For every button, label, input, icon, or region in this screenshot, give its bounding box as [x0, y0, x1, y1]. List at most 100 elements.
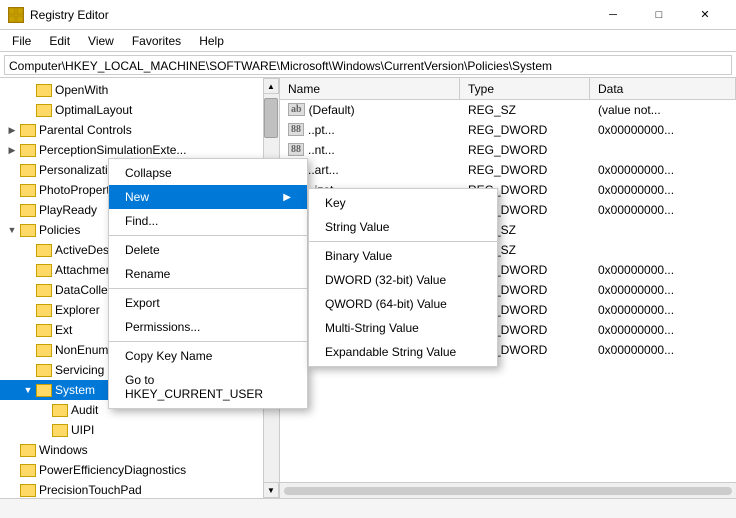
- context-menu-item-find---[interactable]: Find...: [109, 209, 307, 233]
- submenu-item-key[interactable]: Key: [309, 191, 497, 215]
- menu-item-view[interactable]: View: [80, 32, 122, 50]
- expand-arrow-icon[interactable]: [20, 280, 36, 300]
- context-menu-separator: [109, 341, 307, 342]
- table-row[interactable]: ab(Default)REG_SZ(value not...: [280, 100, 736, 120]
- tree-item[interactable]: ▶ Parental Controls: [0, 120, 279, 140]
- expand-arrow-icon[interactable]: ▼: [20, 380, 36, 400]
- folder-icon: [20, 224, 36, 237]
- tree-item-label: PowerEfficiencyDiagnostics: [39, 463, 186, 477]
- expand-arrow-icon[interactable]: [20, 260, 36, 280]
- close-button[interactable]: ✕: [682, 0, 728, 30]
- folder-icon: [52, 404, 68, 417]
- folder-icon: [20, 444, 36, 457]
- submenu-item-dword--32-bit--value[interactable]: DWORD (32-bit) Value: [309, 268, 497, 292]
- address-path[interactable]: Computer\HKEY_LOCAL_MACHINE\SOFTWARE\Mic…: [4, 55, 732, 75]
- menu-item-file[interactable]: File: [4, 32, 39, 50]
- expand-arrow-icon[interactable]: [4, 480, 20, 498]
- expand-arrow-icon[interactable]: [4, 440, 20, 460]
- context-menu-item-new[interactable]: New▶: [109, 185, 307, 209]
- table-row[interactable]: 88..nt...REG_DWORD: [280, 140, 736, 160]
- cell-name-text: ..art...: [308, 163, 339, 177]
- tree-item[interactable]: OpenWith: [0, 80, 279, 100]
- tree-item-label: Ext: [55, 323, 72, 337]
- col-header-type[interactable]: Type: [460, 78, 590, 99]
- cell-data: 0x00000000...: [590, 202, 736, 218]
- ctx-item-label: Go to HKEY_CURRENT_USER: [125, 373, 291, 401]
- expand-arrow-icon[interactable]: [36, 400, 52, 420]
- context-menu-item-rename[interactable]: Rename: [109, 262, 307, 286]
- folder-icon: [20, 184, 36, 197]
- folder-icon: [20, 484, 36, 497]
- tree-item-label: Parental Controls: [39, 123, 132, 137]
- cell-type: REG_DWORD: [460, 142, 590, 158]
- expand-arrow-icon[interactable]: ▶: [4, 140, 20, 160]
- ctx-item-label: Rename: [125, 267, 170, 281]
- expand-arrow-icon[interactable]: ▶: [4, 120, 20, 140]
- main-area: OpenWithOptimalLayout▶Parental Controls▶…: [0, 78, 736, 498]
- expand-arrow-icon[interactable]: ▼: [4, 220, 20, 240]
- context-menu-item-permissions---[interactable]: Permissions...: [109, 315, 307, 339]
- maximize-button[interactable]: □: [636, 0, 682, 30]
- expand-arrow-icon[interactable]: [20, 80, 36, 100]
- expand-arrow-icon[interactable]: [4, 460, 20, 480]
- cell-data: (value not...: [590, 102, 736, 118]
- tree-item[interactable]: UIPI: [0, 420, 279, 440]
- title-bar: Registry Editor ─ □ ✕: [0, 0, 736, 30]
- expand-arrow-icon[interactable]: [20, 340, 36, 360]
- expand-arrow-icon[interactable]: [4, 180, 20, 200]
- tree-item[interactable]: PrecisionTouchPad: [0, 480, 279, 498]
- folder-icon: [36, 344, 52, 357]
- cell-data: [590, 149, 736, 151]
- cell-type: REG_SZ: [460, 102, 590, 118]
- submenu-item-string-value[interactable]: String Value: [309, 215, 497, 239]
- submenu-item-binary-value[interactable]: Binary Value: [309, 244, 497, 268]
- submenu-item-multi-string-value[interactable]: Multi-String Value: [309, 316, 497, 340]
- folder-icon: [20, 204, 36, 217]
- col-header-data[interactable]: Data: [590, 78, 736, 99]
- context-menu-item-copy-key-name[interactable]: Copy Key Name: [109, 344, 307, 368]
- minimize-button[interactable]: ─: [590, 0, 636, 30]
- tree-item-label: Explorer: [55, 303, 100, 317]
- context-menu-item-go-to-hkey-current-user[interactable]: Go to HKEY_CURRENT_USER: [109, 368, 307, 406]
- context-menu-item-export[interactable]: Export: [109, 291, 307, 315]
- context-menu-item-collapse[interactable]: Collapse: [109, 161, 307, 185]
- tree-item[interactable]: Windows: [0, 440, 279, 460]
- expand-arrow-icon[interactable]: [20, 320, 36, 340]
- tree-item[interactable]: ▶PerceptionSimulationExte...: [0, 140, 279, 160]
- folder-icon: [36, 364, 52, 377]
- folder-icon: [20, 144, 36, 157]
- expand-arrow-icon[interactable]: [36, 420, 52, 440]
- reg-value-icon: 88: [288, 143, 304, 156]
- expand-arrow-icon[interactable]: [20, 360, 36, 380]
- tree-item[interactable]: PowerEfficiencyDiagnostics: [0, 460, 279, 480]
- ctx-item-label: Delete: [125, 243, 160, 257]
- col-header-name[interactable]: Name: [280, 78, 460, 99]
- folder-icon: [52, 424, 68, 437]
- hscroll-track[interactable]: [284, 487, 732, 495]
- content-header: Name Type Data: [280, 78, 736, 100]
- submenu-item-expandable-string-value[interactable]: Expandable String Value: [309, 340, 497, 364]
- table-row[interactable]: 88..art...REG_DWORD0x00000000...: [280, 160, 736, 180]
- menu-item-help[interactable]: Help: [191, 32, 232, 50]
- scroll-down-button[interactable]: ▼: [263, 482, 279, 498]
- folder-icon: [36, 384, 52, 397]
- menu-item-favorites[interactable]: Favorites: [124, 32, 189, 50]
- expand-arrow-icon[interactable]: [20, 300, 36, 320]
- expand-arrow-icon[interactable]: [4, 200, 20, 220]
- cell-data: 0x00000000...: [590, 302, 736, 318]
- menu-item-edit[interactable]: Edit: [41, 32, 78, 50]
- horizontal-scrollbar[interactable]: [280, 482, 736, 498]
- expand-arrow-icon[interactable]: [20, 100, 36, 120]
- expand-arrow-icon[interactable]: [20, 240, 36, 260]
- ctx-item-label: New: [125, 190, 149, 204]
- folder-icon: [36, 244, 52, 257]
- scroll-thumb[interactable]: [264, 98, 278, 138]
- table-row[interactable]: 88..pt...REG_DWORD0x00000000...: [280, 120, 736, 140]
- submenu-item-qword--64-bit--value[interactable]: QWORD (64-bit) Value: [309, 292, 497, 316]
- ctx-item-label: Find...: [125, 214, 158, 228]
- expand-arrow-icon[interactable]: [4, 160, 20, 180]
- cell-data: [590, 249, 736, 251]
- scroll-up-button[interactable]: ▲: [263, 78, 279, 94]
- context-menu-item-delete[interactable]: Delete: [109, 238, 307, 262]
- tree-item[interactable]: OptimalLayout: [0, 100, 279, 120]
